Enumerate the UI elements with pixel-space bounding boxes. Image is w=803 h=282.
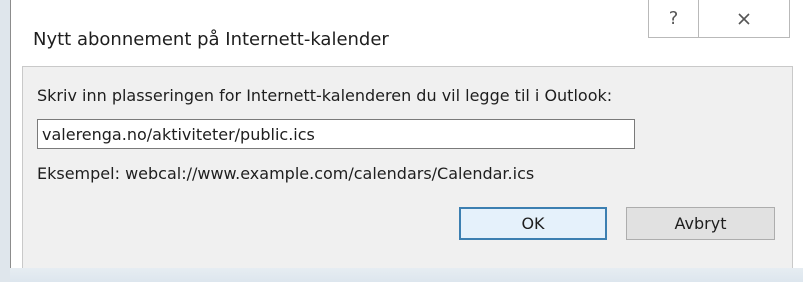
close-button[interactable] bbox=[699, 0, 790, 38]
help-button[interactable]: ? bbox=[648, 0, 699, 38]
example-text: Eksempel: webcal://www.example.com/calen… bbox=[37, 164, 535, 183]
cancel-button[interactable]: Avbryt bbox=[626, 207, 775, 240]
instruction-label: Skriv inn plasseringen for Internett-kal… bbox=[37, 86, 613, 105]
dialog-body: Skriv inn plasseringen for Internett-kal… bbox=[22, 66, 793, 270]
dialog-title: Nytt abonnement på Internett-kalender bbox=[33, 29, 389, 50]
help-icon: ? bbox=[668, 8, 679, 29]
dialog-window: Nytt abonnement på Internett-kalender ? … bbox=[10, 0, 803, 270]
ok-button[interactable]: OK bbox=[459, 207, 607, 240]
calendar-url-input[interactable] bbox=[37, 119, 635, 149]
title-bar: Nytt abonnement på Internett-kalender ? bbox=[11, 0, 803, 66]
close-icon bbox=[738, 12, 750, 25]
background-desktop bbox=[10, 268, 803, 282]
